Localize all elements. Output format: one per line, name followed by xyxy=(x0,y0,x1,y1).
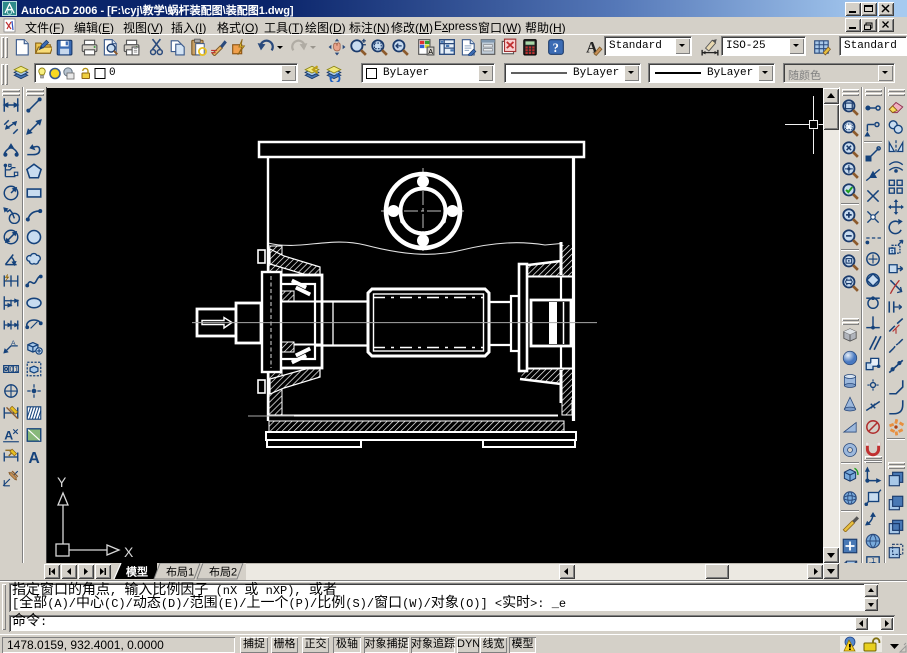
svg-text:1: 1 xyxy=(14,365,18,374)
svg-text:A: A xyxy=(28,450,39,466)
svg-text:?: ? xyxy=(553,41,559,55)
svg-text:Y: Y xyxy=(57,474,67,490)
svg-text:A: A xyxy=(4,429,13,443)
svg-text:A: A xyxy=(11,340,16,347)
svg-text:布局1: 布局1 xyxy=(166,566,194,579)
svg-text:模型: 模型 xyxy=(126,565,148,579)
svg-text:X: X xyxy=(124,544,134,560)
svg-text:0: 0 xyxy=(10,365,14,374)
svg-text:布局2: 布局2 xyxy=(209,566,237,579)
svg-text:A: A xyxy=(428,47,433,56)
